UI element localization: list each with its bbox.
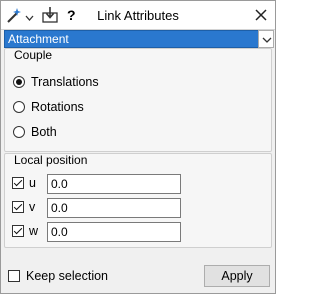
title-bar: ? Link Attributes bbox=[1, 1, 275, 30]
radio-label: Rotations bbox=[31, 100, 84, 114]
local-position-legend: Local position bbox=[14, 153, 88, 167]
radio-button[interactable] bbox=[13, 126, 25, 138]
couple-legend: Couple bbox=[14, 48, 53, 62]
chevron-down-icon bbox=[262, 37, 272, 43]
dropdown-arrow[interactable] bbox=[258, 30, 274, 48]
close-icon[interactable] bbox=[251, 5, 271, 25]
radio-button[interactable] bbox=[13, 101, 25, 113]
attachment-dropdown-value: Attachment bbox=[8, 32, 69, 46]
v-label: v bbox=[29, 200, 36, 214]
u-input[interactable] bbox=[47, 174, 181, 194]
u-label: u bbox=[29, 176, 36, 190]
radio-label: Both bbox=[31, 125, 57, 139]
window-title: Link Attributes bbox=[97, 8, 179, 23]
w-input[interactable] bbox=[47, 222, 181, 242]
w-checkbox[interactable] bbox=[12, 225, 24, 237]
local-position-group: Local position u v w bbox=[4, 153, 272, 248]
radio-label: Translations bbox=[31, 75, 99, 89]
couple-group: Couple Translations Rotations Both bbox=[4, 48, 272, 152]
v-checkbox[interactable] bbox=[12, 201, 24, 213]
v-input[interactable] bbox=[47, 198, 181, 218]
radio-button[interactable] bbox=[13, 76, 25, 88]
keep-selection-checkbox[interactable] bbox=[8, 270, 20, 282]
w-label: w bbox=[29, 224, 39, 238]
link-attributes-dialog: ? Link Attributes Attachment Couple Tran… bbox=[0, 0, 276, 294]
u-checkbox[interactable] bbox=[12, 177, 24, 189]
attachment-dropdown[interactable]: Attachment bbox=[4, 30, 274, 48]
keep-selection-label: Keep selection bbox=[26, 269, 109, 283]
apply-button[interactable]: Apply bbox=[204, 265, 270, 287]
